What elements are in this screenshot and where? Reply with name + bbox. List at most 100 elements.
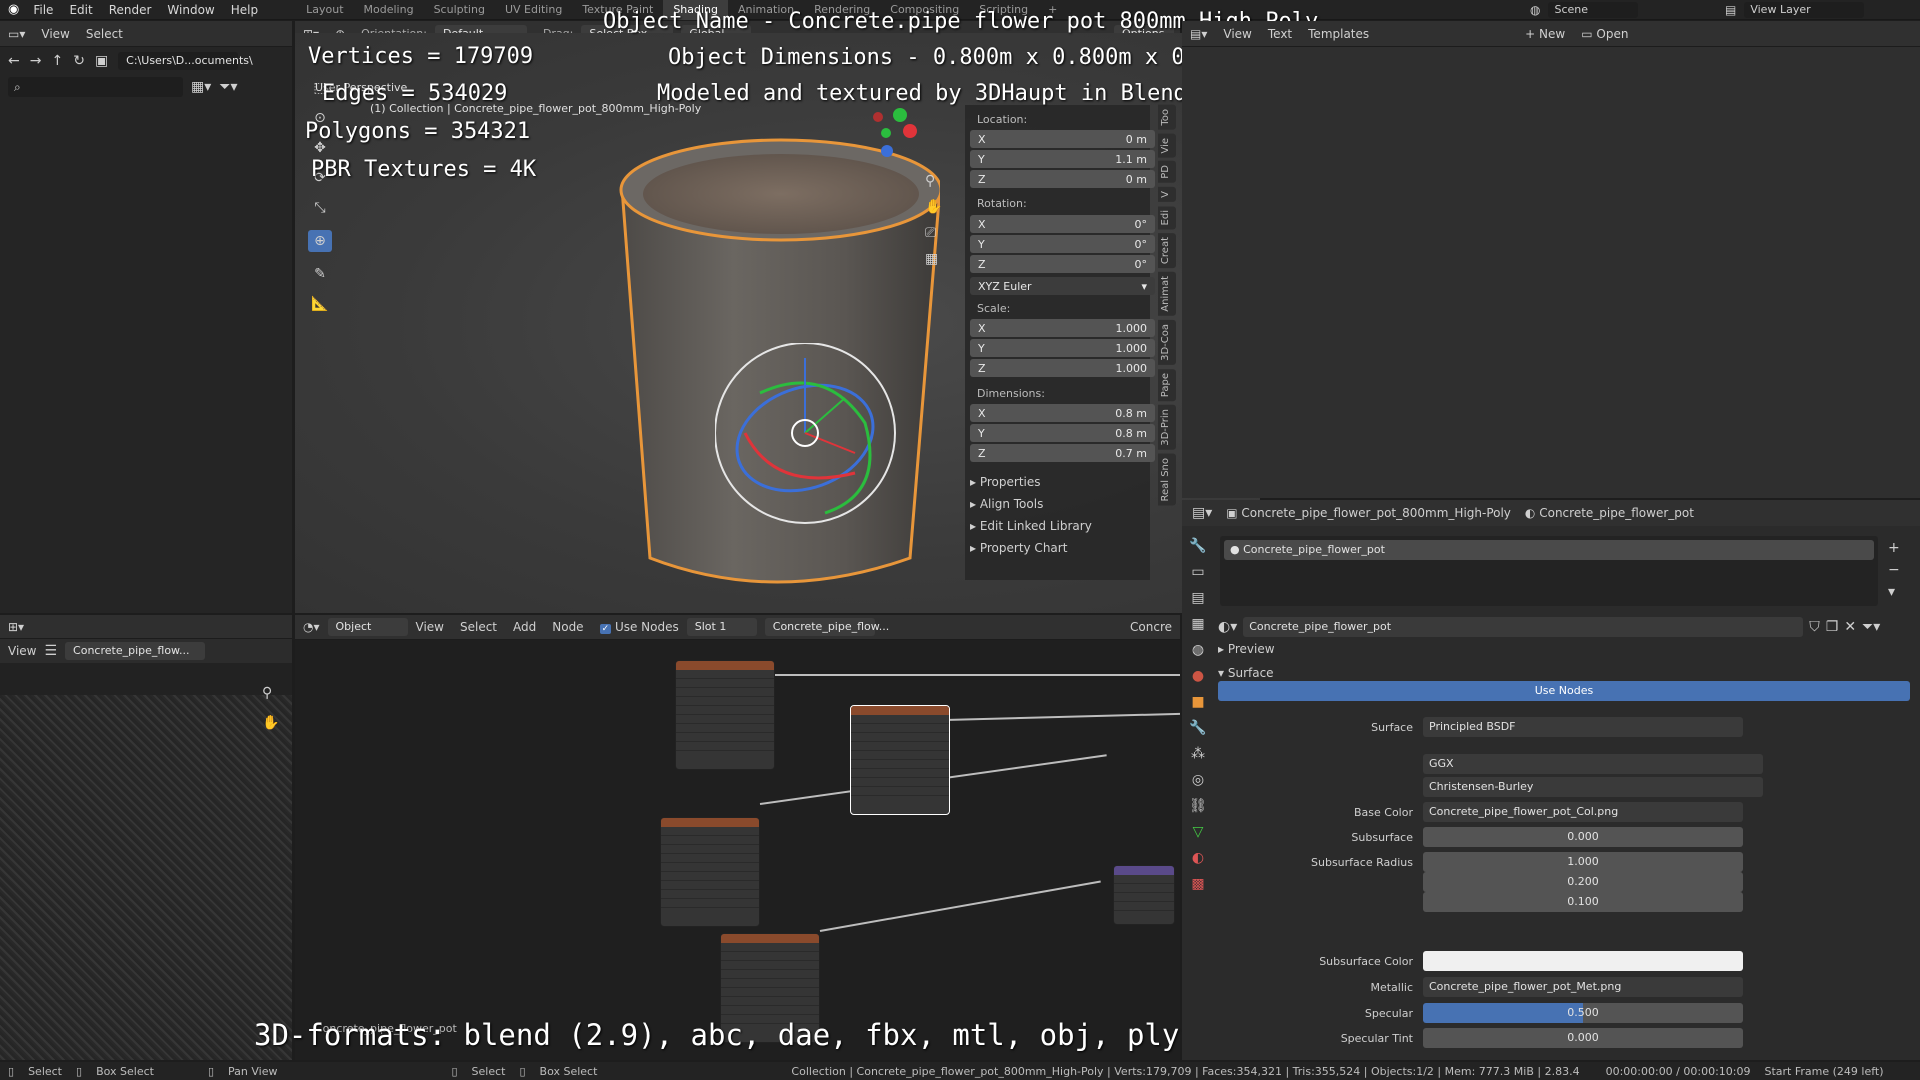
output-tab-icon[interactable]: ▤ (1191, 590, 1204, 606)
tab-uv-editing[interactable]: UV Editing (495, 0, 572, 20)
tab-modeling[interactable]: Modeling (354, 0, 424, 20)
particles-tab-icon[interactable]: ⁂ (1191, 746, 1205, 762)
image-texture-node[interactable] (675, 660, 775, 770)
hamburger-icon[interactable]: ☰ (44, 643, 57, 659)
specular-slider[interactable]: 0.500 (1423, 1003, 1743, 1023)
view-layer-name[interactable]: View Layer (1744, 2, 1865, 18)
tab-3d-coat[interactable]: 3D-Coa (1158, 320, 1176, 365)
slot-specials-icon[interactable]: ▾ (1888, 584, 1900, 600)
editor-type-icon[interactable]: ▭▾ (0, 27, 33, 41)
material-name-field[interactable]: Concrete_pipe_flower_pot (1243, 617, 1804, 637)
data-tab-icon[interactable]: ▽ (1193, 824, 1204, 840)
tab-edit[interactable]: Edi (1158, 205, 1176, 230)
material-crumb[interactable]: ◐ Concrete_pipe_flower_pot (1525, 506, 1694, 520)
zoom-icon[interactable]: ⚲ (262, 685, 272, 701)
blender-logo-icon[interactable]: ◉ (8, 2, 19, 17)
surface-shader-dropdown[interactable]: Principled BSDF (1423, 717, 1743, 737)
zoom-icon[interactable]: ⚲ (925, 173, 942, 189)
nav-z-axis[interactable] (881, 145, 893, 157)
use-nodes-checkbox[interactable]: ✓ Use Nodes (592, 620, 687, 634)
rotation-x-field[interactable]: X 0° (970, 215, 1155, 233)
text-new-button[interactable]: + New (1517, 27, 1573, 41)
properties-editor-type-icon[interactable]: ▤▾ (1192, 505, 1212, 521)
object-tab-icon[interactable]: ■ (1191, 694, 1204, 710)
rotation-y-field[interactable]: Y 0° (970, 235, 1155, 253)
remove-slot-icon[interactable]: − (1888, 562, 1900, 578)
tab-real-snow[interactable]: Real Sno (1158, 453, 1176, 506)
display-mode-icon[interactable]: ▦▾ (191, 79, 211, 95)
node-editor-canvas[interactable]: Concrete_pipe_flower_pot (295, 640, 1180, 1060)
duplicate-material-icon[interactable]: ❐ (1826, 619, 1839, 635)
menu-render[interactable]: Render (109, 3, 152, 17)
tab-tool[interactable]: Too (1158, 105, 1176, 130)
constraints-tab-icon[interactable]: ⛓ (1189, 798, 1207, 814)
menu-file[interactable]: File (33, 3, 53, 17)
world-tab-icon[interactable]: ● (1192, 668, 1204, 684)
nav-y-axis[interactable] (893, 108, 907, 122)
forward-arrow-icon[interactable]: → (30, 53, 42, 69)
object-crumb[interactable]: ▣ Concrete_pipe_flower_pot_800mm_High-Po… (1226, 506, 1511, 520)
preview-section[interactable]: ▸ Preview (1218, 642, 1275, 656)
add-slot-icon[interactable]: + (1888, 540, 1900, 556)
tab-view[interactable]: Vie (1158, 133, 1176, 158)
normal-map-node[interactable] (1113, 865, 1175, 925)
filter-icon[interactable]: ⏷▾ (1862, 619, 1880, 635)
material-browse-icon[interactable]: ◐▾ (1218, 619, 1237, 635)
file-select-menu[interactable]: Select (78, 27, 131, 41)
unlink-icon[interactable]: ✕ (1844, 619, 1856, 635)
distribution-dropdown[interactable]: GGX (1423, 754, 1763, 774)
tool-tab-icon[interactable]: 🔧 (1189, 538, 1206, 554)
menu-window[interactable]: Window (167, 3, 214, 17)
annotate-tool-icon[interactable]: ✎ (314, 266, 326, 282)
gizmo-y-rotate-ring[interactable] (759, 381, 872, 515)
parent-dir-icon[interactable]: ↑ (51, 53, 63, 69)
image-texture-node-selected[interactable] (850, 705, 950, 815)
scale-z-field[interactable]: Z 1.000 (970, 359, 1155, 377)
slot-dropdown[interactable]: Slot 1 (686, 618, 757, 636)
node-editor-type-icon[interactable]: ◔▾ (295, 620, 328, 634)
tab-3d-print[interactable]: 3D-Prin (1158, 405, 1176, 450)
back-arrow-icon[interactable]: ← (8, 53, 20, 69)
texture-preview[interactable] (0, 695, 292, 1060)
tab-v[interactable]: V (1158, 186, 1176, 202)
menu-help[interactable]: Help (231, 3, 258, 17)
subsurface-field[interactable]: 0.000 (1423, 827, 1743, 847)
texture-tab-icon[interactable]: ▩ (1191, 876, 1204, 892)
scale-tool-icon[interactable]: ⤡ (314, 200, 325, 216)
dimensions-x-field[interactable]: X 0.8 m (970, 404, 1155, 422)
subsurface-method-dropdown[interactable]: Christensen-Burley (1423, 777, 1763, 797)
scale-y-field[interactable]: Y 1.000 (970, 339, 1155, 357)
view-layer-tab-icon[interactable]: ▦ (1191, 616, 1204, 632)
material-tab-icon[interactable]: ◐ (1192, 850, 1204, 866)
location-z-field[interactable]: Z 0 m (970, 170, 1155, 188)
subsurface-radius-y[interactable]: 0.200 (1423, 872, 1743, 892)
text-open-button[interactable]: ▭ Open (1573, 27, 1636, 41)
text-text-menu[interactable]: Text (1260, 27, 1300, 41)
node-mode-dropdown[interactable]: Object (327, 618, 408, 636)
modifier-tab-icon[interactable]: 🔧 (1189, 720, 1206, 736)
gizmo-x-rotate-ring[interactable] (743, 432, 856, 480)
tab-sculpting[interactable]: Sculpting (424, 0, 495, 20)
subsurface-radius-z[interactable]: 0.100 (1423, 892, 1743, 912)
menu-edit[interactable]: Edit (69, 3, 92, 17)
file-view-menu[interactable]: View (33, 27, 77, 41)
section-property-chart[interactable]: ▸ Property Chart (970, 541, 1092, 555)
image-texture-node[interactable] (660, 817, 760, 927)
grid-icon[interactable]: ▦ (925, 251, 942, 267)
rotation-mode-dropdown[interactable]: XYZ Euler ▾ (970, 277, 1155, 295)
tab-animation[interactable]: Animat (1158, 272, 1176, 317)
material-dropdown[interactable]: Concrete_pipe_flow... (764, 618, 889, 636)
filter-icon[interactable]: ⏷▾ (219, 79, 237, 95)
physics-tab-icon[interactable]: ◎ (1192, 772, 1204, 788)
transform-gizmo[interactable] (715, 343, 915, 543)
dimensions-y-field[interactable]: Y 0.8 m (970, 424, 1155, 442)
tab-pd[interactable]: PD (1158, 161, 1176, 183)
view-layer-selector[interactable]: ▤ View Layer (1725, 0, 1865, 20)
nav-origin[interactable] (881, 128, 891, 138)
scene-name[interactable]: Scene (1548, 2, 1639, 18)
transform-tool-icon[interactable]: ⊕ (308, 230, 332, 252)
nav-x-axis[interactable] (903, 124, 917, 138)
navigation-gizmo[interactable] (860, 103, 940, 183)
node-select-menu[interactable]: Select (452, 620, 505, 634)
specular-tint-field[interactable]: 0.000 (1423, 1028, 1743, 1048)
